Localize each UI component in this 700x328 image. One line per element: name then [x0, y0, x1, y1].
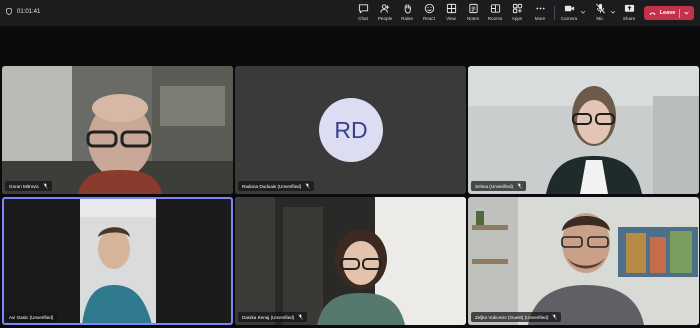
participant-name-tag: Radona Duduais (Unverified): [238, 181, 315, 191]
smiley-icon: [424, 3, 434, 14]
participant-name-tag: Selma (Unverified): [471, 181, 527, 191]
camera-options-chevron-icon[interactable]: [580, 9, 586, 15]
elapsed-time: 01:01:41: [17, 8, 41, 15]
mic-muted-icon: [298, 314, 304, 320]
participant-name-tag: Goran Mitrovic: [5, 181, 52, 191]
camera-button[interactable]: Camera: [558, 3, 580, 25]
participant-name: Selma (Unverified): [475, 183, 514, 189]
participant-name-tag: Zeljko Vukcevic (Guest) (Unverified): [471, 312, 562, 322]
participant-video: [468, 66, 699, 194]
participant-name: Radona Duduais (Unverified): [242, 183, 302, 189]
phone-hangup-icon: [649, 12, 656, 15]
meeting-toolbar: 01:01:41 Chat People Raise React View No…: [0, 0, 700, 26]
mic-muted-icon: [43, 183, 48, 189]
rooms-icon: [490, 4, 500, 13]
mic-muted-icon: [517, 183, 522, 189]
raise-hand-button[interactable]: Raise: [396, 3, 418, 25]
view-label: View: [446, 16, 456, 21]
mic-options-chevron-icon[interactable]: [610, 9, 616, 15]
view-button[interactable]: View: [440, 3, 462, 25]
mic-label: Mic: [596, 16, 604, 21]
apps-icon: [512, 3, 522, 14]
share-icon: [624, 4, 634, 12]
mic-button[interactable]: Mic: [589, 3, 611, 25]
react-button[interactable]: React: [418, 3, 440, 25]
mic-muted-icon: [305, 183, 310, 189]
notes-icon: [468, 3, 478, 14]
participant-video: [2, 197, 233, 325]
leave-divider: [679, 8, 681, 18]
more-button[interactable]: More: [529, 3, 551, 25]
chat-button[interactable]: Chat: [352, 3, 374, 25]
apps-button[interactable]: Apps: [506, 3, 528, 25]
participant-tile[interactable]: Zeljko Vukcevic (Guest) (Unverified): [468, 197, 699, 325]
chat-label: Chat: [358, 16, 368, 21]
shield-icon: [6, 8, 12, 15]
more-label: More: [534, 16, 546, 21]
people-icon: [379, 4, 389, 13]
participant-tile-active[interactable]: Avi Gasic (Unverified): [2, 197, 233, 325]
participant-name: Goran Mitrovic: [9, 183, 39, 189]
hand-icon: [404, 4, 411, 14]
react-label: React: [422, 16, 435, 21]
chat-icon: [358, 4, 368, 14]
ellipsis-icon: [535, 7, 545, 10]
camera-icon: [564, 5, 574, 12]
participant-name: Zeljko Vukcevic (Guest) (Unverified): [475, 314, 549, 320]
apps-label: Apps: [511, 16, 523, 21]
participant-video: [2, 66, 233, 194]
participant-tile[interactable]: Selma (Unverified): [468, 66, 699, 194]
notes-button[interactable]: Notes: [462, 3, 484, 25]
raise-label: Raise: [401, 16, 413, 21]
toolbar-divider: [554, 6, 555, 20]
participant-tile[interactable]: Goran Mitrovic: [2, 66, 233, 194]
participant-name: Danika Kenaj (Unverified): [242, 314, 295, 320]
notes-label: Notes: [466, 16, 479, 21]
rooms-label: Rooms: [487, 16, 503, 21]
participant-video: [235, 197, 466, 325]
camera-label: Camera: [560, 16, 578, 21]
grid-view-icon: [446, 3, 456, 14]
participant-name: Avi Gasic (Unverified): [9, 314, 54, 320]
rooms-button[interactable]: Rooms: [484, 3, 506, 25]
people-button[interactable]: People: [374, 3, 396, 25]
participant-video: [468, 197, 699, 325]
mic-muted-icon: [552, 314, 558, 320]
participant-name-tag: Danika Kenaj (Unverified): [238, 312, 308, 322]
leave-options-chevron-icon[interactable]: [684, 11, 690, 15]
participant-name-tag: Avi Gasic (Unverified): [5, 312, 58, 322]
meeting-timer: 01:01:41: [6, 8, 40, 15]
people-label: People: [377, 16, 393, 21]
participant-tile[interactable]: Danika Kenaj (Unverified): [235, 197, 466, 325]
share-button[interactable]: Share: [618, 3, 640, 25]
avatar: RD: [319, 98, 383, 162]
participant-tile[interactable]: RD Radona Duduais (Unverified): [235, 66, 466, 194]
leave-button[interactable]: Leave: [644, 6, 694, 20]
leave-label: Leave: [659, 10, 676, 16]
mic-muted-icon: [595, 3, 605, 14]
share-label: Share: [622, 16, 636, 21]
avatar-initials: RD: [334, 116, 368, 143]
